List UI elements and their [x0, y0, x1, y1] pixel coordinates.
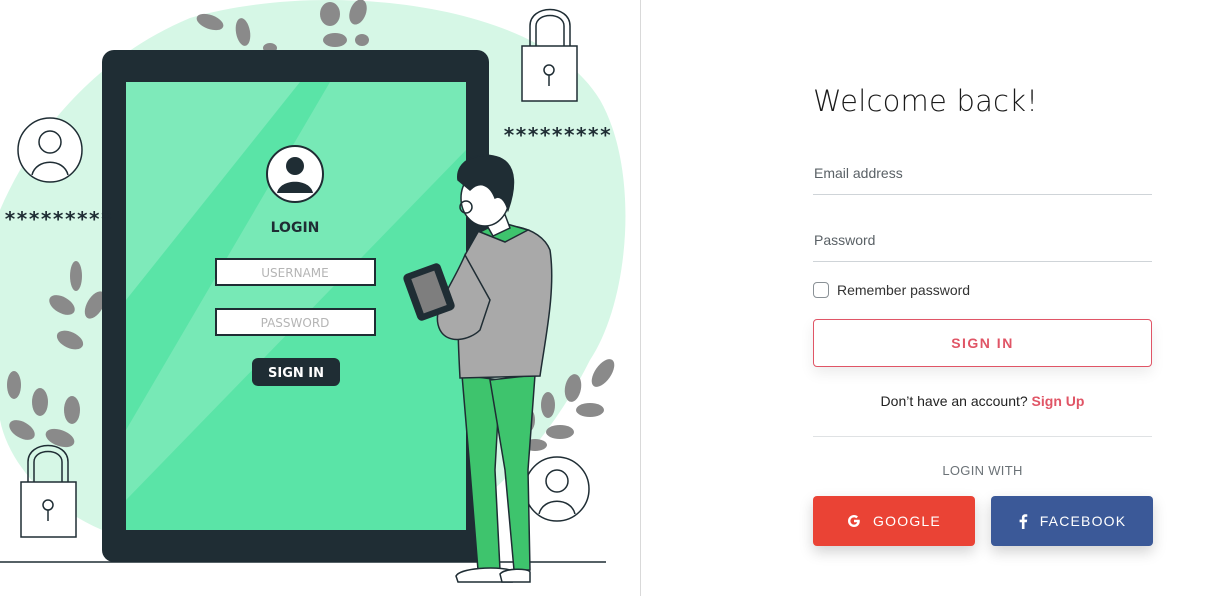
login-illustration: LOGIN USERNAME PASSWORD SIGN IN ********…	[0, 0, 626, 583]
page-title: Welcome back!	[813, 84, 1039, 118]
signup-prompt: Don’t have an account?	[880, 393, 1028, 409]
signup-prompt-line: Don’t have an account? Sign Up	[813, 393, 1152, 409]
password-field[interactable]	[813, 226, 1152, 262]
sign-in-button[interactable]: SIGN IN	[813, 319, 1152, 367]
password-mask-right: *********	[503, 123, 611, 147]
screen-login-heading: LOGIN	[271, 220, 320, 236]
facebook-icon	[1018, 513, 1028, 529]
padlock-icon-top	[521, 8, 578, 102]
google-label: GOOGLE	[873, 513, 941, 529]
sign-up-link[interactable]: Sign Up	[1032, 393, 1085, 409]
facebook-label: FACEBOOK	[1039, 513, 1127, 529]
facebook-login-button[interactable]: FACEBOOK	[991, 496, 1153, 546]
password-mask-left: *********	[4, 207, 112, 231]
screen-password-text: PASSWORD	[261, 316, 330, 330]
vertical-divider	[640, 0, 641, 596]
screen-username-text: USERNAME	[261, 266, 328, 280]
google-icon	[847, 514, 861, 528]
email-field[interactable]	[813, 159, 1152, 195]
user-circle-icon-left	[17, 117, 83, 183]
screen-signin-text: SIGN IN	[268, 366, 324, 381]
remember-password-option[interactable]: Remember password	[813, 282, 970, 298]
illustration-panel: LOGIN USERNAME PASSWORD SIGN IN ********…	[0, 0, 640, 596]
user-circle-icon-right	[524, 456, 590, 522]
login-with-label: LOGIN WITH	[942, 463, 1023, 478]
google-login-button[interactable]: GOOGLE	[813, 496, 975, 546]
remember-label: Remember password	[837, 282, 971, 298]
remember-checkbox[interactable]	[813, 282, 829, 298]
section-separator	[813, 436, 1152, 437]
login-form: Welcome back! Remember password SIGN IN …	[813, 0, 1153, 596]
